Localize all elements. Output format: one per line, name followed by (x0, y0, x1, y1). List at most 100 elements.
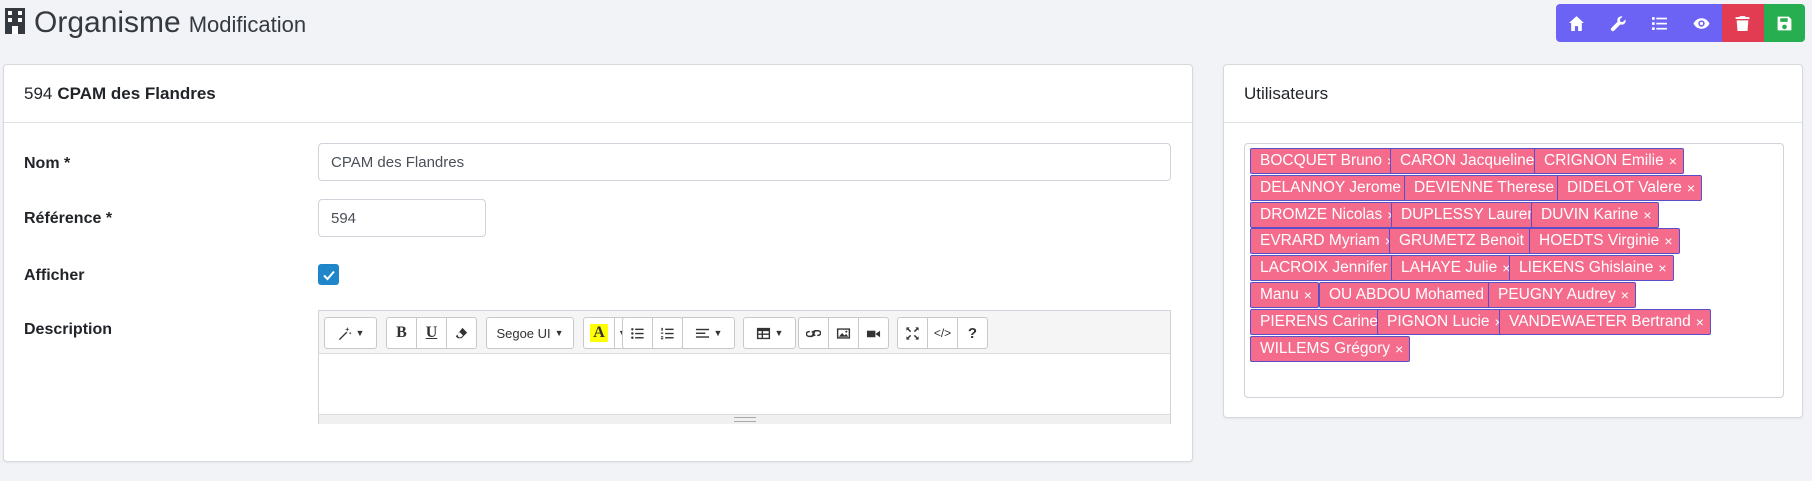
user-tag-label: DEVIENNE Therese (1414, 179, 1555, 196)
bold-button[interactable]: B (386, 317, 417, 349)
bullet-list-icon (631, 327, 644, 339)
afficher-label: Afficher (24, 267, 85, 284)
table-dropdown[interactable]: ▼ (743, 317, 796, 349)
user-tag-label: EVRARD Myriam (1260, 232, 1380, 249)
font-family-dropdown[interactable]: Segoe UI ▼ (486, 317, 574, 349)
fullscreen-button[interactable] (897, 317, 928, 349)
reference-label: Référence * (24, 210, 113, 227)
user-tag-label: DIDELOT Valere (1567, 179, 1682, 196)
remove-tag-icon[interactable]: × (1621, 287, 1629, 303)
paragraph-align-dropdown[interactable]: ▼ (682, 317, 735, 349)
nom-input[interactable]: CPAM des Flandres (318, 143, 1171, 181)
chevron-down-icon: ▼ (554, 328, 564, 338)
remove-tag-icon[interactable]: × (1669, 153, 1677, 169)
font-family-value: Segoe UI (496, 325, 551, 341)
user-tag-label: HOEDTS Virginie (1539, 232, 1660, 249)
expand-icon (906, 326, 919, 340)
user-tag: LIEKENS Ghislaine × (1509, 255, 1674, 281)
user-tag-label: BOCQUET Bruno (1260, 152, 1383, 169)
remove-tag-icon[interactable]: × (1687, 180, 1695, 196)
underline-button[interactable]: U (416, 317, 447, 349)
user-tag-label: LIEKENS Ghislaine (1519, 259, 1654, 276)
user-tag-label: WILLEMS Grégory (1260, 340, 1391, 357)
code-view-button[interactable]: </> (927, 317, 958, 349)
help-button[interactable]: ? (957, 317, 988, 349)
user-tag-label: PIERENS Carine (1260, 313, 1379, 330)
delete-button[interactable] (1722, 4, 1764, 42)
user-tag-label: GRUMETZ Benoit (1399, 232, 1524, 249)
highlight-button[interactable]: A (583, 317, 615, 349)
organisme-id: 594 (24, 83, 53, 103)
clear-format-button[interactable] (446, 317, 477, 349)
user-tag: CRIGNON Emilie × (1534, 148, 1684, 174)
user-tag: CARON Jacqueline× (1390, 148, 1555, 174)
eye-icon (1693, 17, 1710, 29)
wrench-icon (1610, 15, 1626, 31)
description-label: Description (24, 321, 113, 338)
user-tag: DROMZE Nicolas× (1250, 202, 1403, 228)
page-header: Organisme Modification (0, 0, 1812, 46)
editor-toolbar: ▼ B U Segoe UI ▼ A ▼ ▼ </> ? (319, 311, 1170, 354)
numbered-list-button[interactable] (652, 317, 683, 349)
chevron-down-icon: ▼ (355, 328, 365, 338)
user-tag-label: PIGNON Lucie (1387, 313, 1490, 330)
list-icon (1652, 16, 1668, 30)
editor-resize-handle[interactable] (319, 414, 1170, 424)
card-header: 594 CPAM des Flandres (4, 65, 1192, 123)
user-tag-label: DUVIN Karine (1541, 206, 1639, 223)
highlight-icon: A (590, 324, 608, 342)
users-card-header: Utilisateurs (1224, 65, 1802, 123)
remove-tag-icon[interactable]: × (1664, 233, 1672, 249)
image-button[interactable] (828, 317, 859, 349)
user-tag: BOCQUET Bruno× (1250, 148, 1403, 174)
save-button[interactable] (1763, 4, 1805, 42)
trash-icon (1735, 15, 1750, 31)
style-dropdown[interactable]: ▼ (324, 317, 377, 349)
action-toolbar (1556, 4, 1805, 42)
user-tag-label: DUPLESSY Laurent (1401, 206, 1541, 223)
link-icon (806, 329, 821, 337)
user-tag: LACROIX Jennifer× (1250, 255, 1408, 281)
remove-tag-icon[interactable]: × (1658, 260, 1666, 276)
user-tag: VANDEWAETER Bertrand × (1499, 309, 1711, 335)
remove-tag-icon[interactable]: × (1304, 287, 1312, 303)
users-tag-input[interactable]: BOCQUET Bruno×CARON Jacqueline×CRIGNON E… (1244, 143, 1784, 398)
editor-content[interactable] (319, 354, 1170, 414)
magic-wand-icon (338, 326, 352, 340)
user-tag: WILLEMS Grégory × (1250, 336, 1411, 362)
user-tag: DEVIENNE Therese× (1404, 175, 1575, 201)
user-tag-label: LAHAYE Julie (1401, 259, 1498, 276)
nom-label: Nom * (24, 155, 71, 172)
user-tag: DUVIN Karine × (1531, 202, 1659, 228)
settings-button[interactable] (1597, 4, 1639, 42)
home-button[interactable] (1556, 4, 1598, 42)
grip-icon (734, 417, 756, 422)
organisme-name: CPAM des Flandres (57, 83, 216, 103)
user-tag: DIDELOT Valere × (1557, 175, 1703, 201)
remove-tag-icon[interactable]: × (1643, 207, 1651, 223)
user-tag-label: VANDEWAETER Bertrand (1509, 313, 1691, 330)
link-button[interactable] (798, 317, 829, 349)
user-tag-label: CARON Jacqueline (1400, 152, 1535, 169)
reference-input[interactable]: 594 (318, 199, 486, 237)
user-tag: DELANNOY Jerome× (1250, 175, 1422, 201)
user-tag: EVRARD Myriam× (1250, 228, 1400, 254)
user-tag: GRUMETZ Benoit× (1389, 228, 1545, 254)
chevron-down-icon: ▼ (774, 328, 784, 338)
user-tag: HOEDTS Virginie × (1529, 228, 1680, 254)
page-title-sub: Modification (188, 12, 307, 37)
bullet-list-button[interactable] (622, 317, 653, 349)
user-tag-label: PEUGNY Audrey (1498, 286, 1616, 303)
remove-tag-icon[interactable]: × (1696, 314, 1704, 330)
list-button[interactable] (1639, 4, 1681, 42)
user-tag: PIGNON Lucie× (1377, 309, 1510, 335)
users-card: Utilisateurs BOCQUET Bruno×CARON Jacquel… (1223, 64, 1803, 418)
user-tag-label: Manu (1260, 286, 1299, 303)
remove-tag-icon[interactable]: × (1395, 341, 1403, 357)
user-tag: PEUGNY Audrey × (1488, 282, 1636, 308)
video-button[interactable] (858, 317, 889, 349)
view-button[interactable] (1680, 4, 1722, 42)
building-icon (4, 7, 26, 35)
afficher-checkbox[interactable] (318, 264, 339, 285)
user-tag: LAHAYE Julie × (1391, 255, 1518, 281)
